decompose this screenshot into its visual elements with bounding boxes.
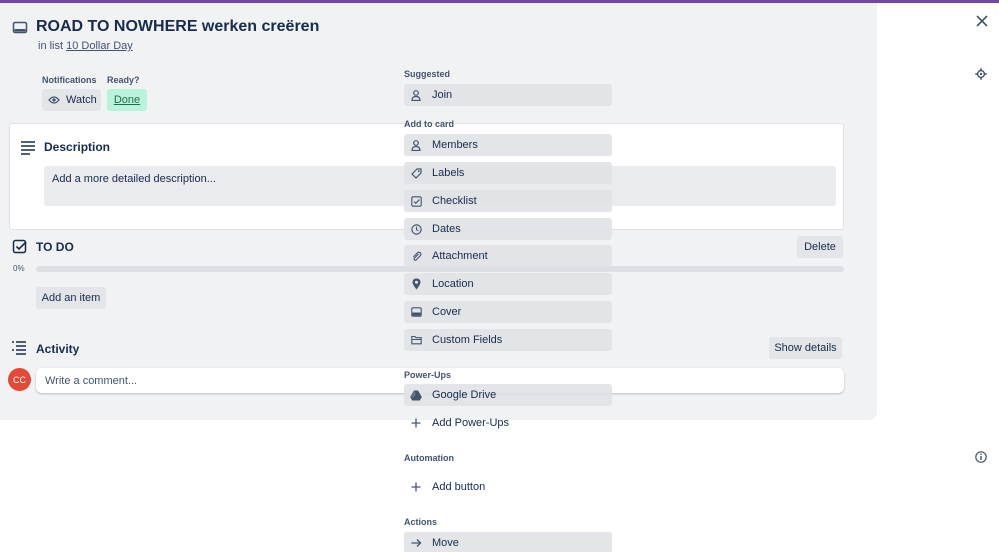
- plus-icon: [410, 417, 422, 429]
- avatar[interactable]: CC: [8, 368, 31, 391]
- gear-icon[interactable]: [970, 63, 992, 85]
- checklist-icon: [410, 195, 422, 207]
- add-automation-button[interactable]: Add button: [404, 476, 612, 498]
- card-icon: [12, 20, 28, 36]
- close-icon[interactable]: [970, 9, 994, 33]
- notifications-label: Notifications: [42, 75, 97, 85]
- show-details-button[interactable]: Show details: [769, 337, 842, 359]
- person-icon: [410, 139, 422, 151]
- labels-label: Labels: [432, 167, 465, 179]
- labels-button[interactable]: Labels: [404, 162, 612, 184]
- custom-fields-button[interactable]: Custom Fields: [404, 329, 612, 351]
- cover-icon: [410, 306, 422, 318]
- person-icon: [410, 89, 422, 101]
- add-to-card-heading: Add to card: [404, 119, 455, 129]
- info-icon[interactable]: [970, 446, 992, 468]
- checklist-icon: [12, 239, 28, 255]
- location-label: Location: [432, 278, 474, 290]
- checklist-button[interactable]: Checklist: [404, 190, 612, 212]
- move-button[interactable]: Move: [404, 532, 612, 552]
- description-heading: Description: [44, 140, 111, 154]
- members-button[interactable]: Members: [404, 134, 612, 156]
- join-button[interactable]: Join: [404, 84, 612, 106]
- in-list-prefix: in list: [38, 40, 64, 52]
- card-title[interactable]: ROAD TO NOWHERE werken creëren: [36, 18, 319, 36]
- paperclip-icon: [410, 250, 422, 262]
- activity-heading: Activity: [36, 342, 80, 356]
- members-label: Members: [432, 139, 478, 151]
- automation-heading: Automation: [404, 453, 454, 463]
- description-icon: [20, 139, 36, 155]
- card-list-breadcrumb: in list 10 Dollar Day: [38, 40, 133, 52]
- google-drive-icon: [410, 389, 422, 401]
- actions-heading: Actions: [404, 517, 438, 527]
- add-power-ups-label: Add Power-Ups: [432, 417, 510, 429]
- folder-icon: [410, 334, 422, 346]
- watch-button[interactable]: Watch: [42, 89, 101, 111]
- ready-label: Ready?: [107, 75, 140, 85]
- eye-icon: [48, 95, 60, 105]
- clock-icon: [410, 223, 422, 235]
- watch-label: Watch: [66, 94, 97, 106]
- google-drive-button[interactable]: Google Drive: [404, 384, 612, 406]
- location-button[interactable]: Location: [404, 273, 612, 295]
- label-icon: [410, 167, 422, 179]
- checklist-progress-percent: 0%: [13, 264, 25, 273]
- activity-icon: [11, 340, 27, 356]
- attachment-button[interactable]: Attachment: [404, 245, 612, 267]
- add-button-label: Add button: [432, 481, 486, 493]
- dates-label: Dates: [432, 223, 461, 235]
- delete-checklist-button[interactable]: Delete: [797, 236, 843, 258]
- attachment-label: Attachment: [432, 250, 488, 262]
- checklist-label: Checklist: [432, 195, 477, 207]
- move-label: Move: [432, 537, 459, 549]
- custom-fields-label: Custom Fields: [432, 334, 503, 346]
- list-link[interactable]: 10 Dollar Day: [66, 40, 133, 52]
- power-ups-heading: Power-Ups: [404, 370, 452, 380]
- checklist-title[interactable]: TO DO: [36, 240, 74, 254]
- join-label: Join: [432, 89, 453, 101]
- suggested-heading: Suggested: [404, 69, 451, 79]
- done-button[interactable]: Done: [107, 89, 147, 111]
- add-power-ups-button[interactable]: Add Power-Ups: [404, 412, 612, 434]
- location-pin-icon: [410, 278, 422, 290]
- google-drive-label: Google Drive: [432, 389, 497, 401]
- cover-button[interactable]: Cover: [404, 301, 612, 323]
- add-item-button[interactable]: Add an item: [36, 287, 106, 309]
- dates-button[interactable]: Dates: [404, 218, 612, 240]
- arrow-right-icon: [410, 537, 422, 549]
- plus-icon: [410, 481, 422, 493]
- cover-label: Cover: [432, 306, 462, 318]
